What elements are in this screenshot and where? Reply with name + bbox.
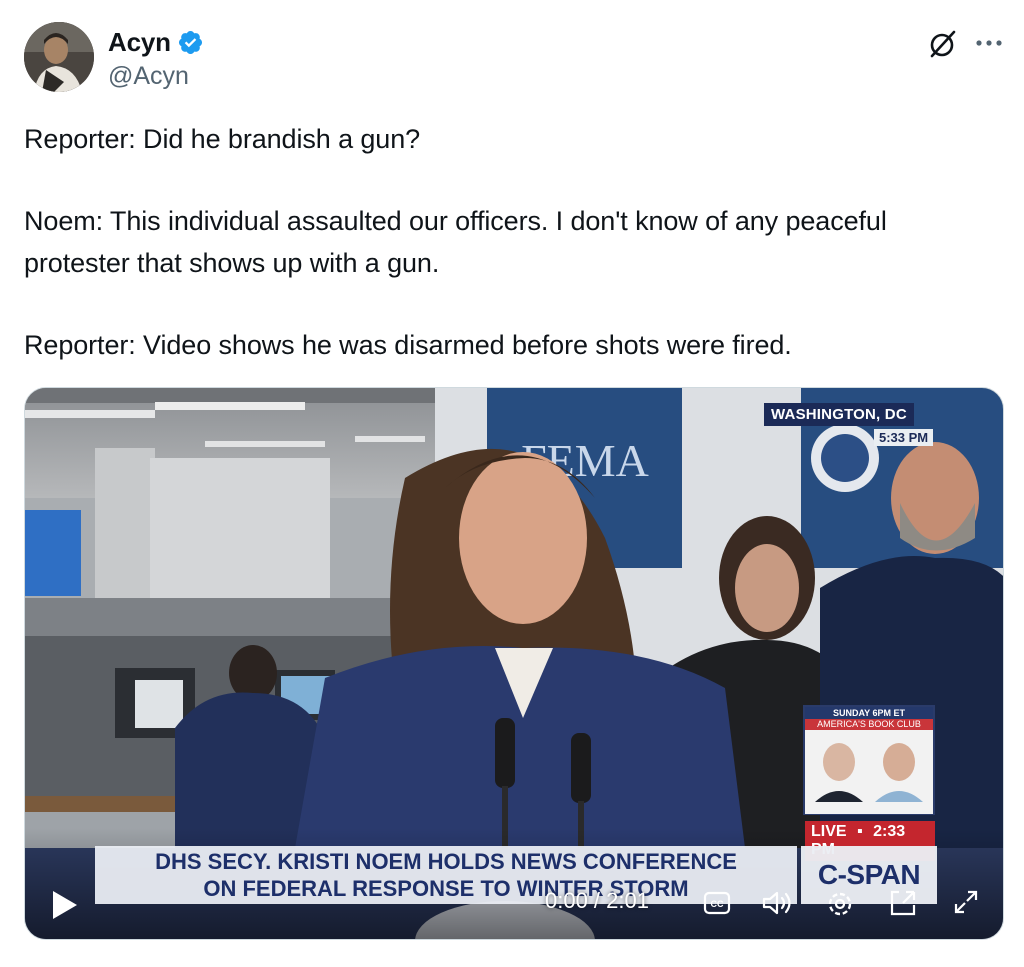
tweet-text: Reporter: Did he brandish a gun? Noem: T… — [24, 118, 984, 366]
svg-text:CC: CC — [711, 899, 724, 909]
more-icon[interactable] — [974, 36, 1004, 50]
tweet-paragraph: Noem: This individual assaulted our offi… — [24, 206, 887, 278]
settings-icon[interactable] — [825, 889, 855, 919]
verified-badge-icon — [178, 30, 202, 55]
player-controls: 0:00 / 2:01 CC — [25, 873, 1003, 939]
tweet-paragraph: Reporter: Video shows he was disarmed be… — [24, 330, 792, 360]
fullscreen-icon[interactable] — [953, 889, 979, 915]
live-label: LIVE — [811, 823, 847, 840]
handle[interactable]: @Acyn — [108, 62, 189, 91]
promo-photos — [805, 730, 933, 814]
tweet-paragraph: Reporter: Did he brandish a gun? — [24, 124, 421, 154]
grok-icon[interactable] — [927, 28, 959, 60]
pip-icon[interactable] — [889, 889, 917, 917]
display-name[interactable]: Acyn — [108, 27, 171, 58]
chyron-line-1: DHS SECY. KRISTI NOEM HOLDS NEWS CONFERE… — [155, 849, 737, 874]
video-player[interactable]: FEMA WASHINGTON, DC 5:33 PM SUNDAY 6PM E… — [24, 387, 1004, 940]
tweet-header: Acyn @Acyn — [24, 22, 1004, 94]
location-badge: WASHINGTON, DC — [764, 403, 914, 426]
location-time: 5:33 PM — [874, 429, 934, 446]
play-icon[interactable] — [51, 889, 79, 921]
captions-icon[interactable]: CC — [703, 891, 731, 915]
promo-top: SUNDAY 6PM ET — [805, 707, 933, 719]
time-display: 0:00 / 2:01 — [545, 888, 649, 913]
promo-title: AMERICA'S BOOK CLUB — [805, 719, 933, 730]
volume-icon[interactable] — [761, 889, 795, 917]
avatar[interactable] — [24, 22, 94, 92]
promo-box: SUNDAY 6PM ET AMERICA'S BOOK CLUB — [803, 705, 935, 815]
